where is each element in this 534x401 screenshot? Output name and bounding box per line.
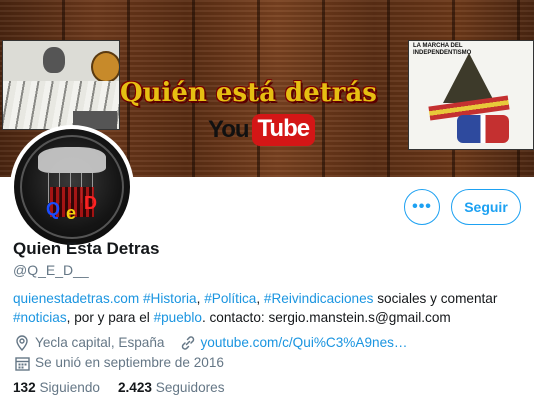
banner-cartoon-right: LA MARCHA DEL INDEPENDENTISMO [408,40,534,150]
banner-cartoon-left [2,40,120,130]
banner-title: Quién está detrás [120,78,377,108]
following-label: Siguiendo [39,380,100,395]
hashtag-noticias[interactable]: #noticias [13,310,67,325]
following-count: 132 [13,380,36,395]
profile-stats: 132 Siguiendo 2.423 Seguidores [13,380,243,395]
cartoon-pyramid [443,53,495,103]
joined-text: Se unió en septiembre de 2016 [35,355,224,370]
youtube-logo: You Tube [208,114,316,146]
bio-text: sociales y comentar [373,291,498,306]
avatar-letter-q: Q [46,199,61,219]
avatar[interactable]: Q e D [10,125,134,249]
avatar-image: Q e D [14,129,130,245]
profile-joined: Se unió en septiembre de 2016 [13,353,224,373]
following-stat[interactable]: 132 Siguiendo [13,380,100,395]
followers-stat[interactable]: 2.423 Seguidores [118,380,225,395]
cartoon-legs [457,115,509,143]
youtube-logo-you: You [208,116,250,143]
calendar-icon [13,354,31,372]
cartoon-figure [43,47,65,73]
avatar-letter-d: D [84,193,97,213]
profile-bio: quienestadetras.com #Historia, #Política… [13,289,521,327]
hashtag-reivindicaciones[interactable]: #Reivindicaciones [264,291,374,306]
profile-location: Yecla capital, España [13,333,165,353]
bio-separator: , [256,291,264,306]
profile-handle: @Q_E_D__ [13,262,89,278]
profile-name: Quien Esta Detras [13,239,160,258]
hashtag-politica[interactable]: #Política [204,291,256,306]
cartoon-lion-figure [91,51,119,83]
profile-meta: Yecla capital, España youtube.com/c/Qui%… [13,333,422,373]
location-text: Yecla capital, España [35,335,165,350]
link-icon [179,334,197,352]
bio-text: , por y para el [66,310,154,325]
followers-label: Seguidores [155,380,225,395]
hashtag-pueblo[interactable]: #pueblo [154,310,202,325]
bio-website-link[interactable]: quienestadetras.com [13,291,139,306]
puppeteer-hand-icon [38,147,106,173]
bio-text: . contacto: sergio.manstein.s@gmail.com [201,310,451,325]
profile-website[interactable]: youtube.com/c/Qui%C3%A9nes… [179,333,408,353]
website-link[interactable]: youtube.com/c/Qui%C3%A9nes… [201,333,408,353]
youtube-logo-tube: Tube [251,114,316,146]
more-icon: ••• [412,198,432,215]
hashtag-historia[interactable]: #Historia [143,291,197,306]
follow-button[interactable]: Seguir [451,189,521,225]
avatar-letter-e: e [66,203,77,223]
followers-count: 2.423 [117,380,152,395]
location-pin-icon [13,334,31,352]
more-options-button[interactable]: ••• [404,189,440,225]
